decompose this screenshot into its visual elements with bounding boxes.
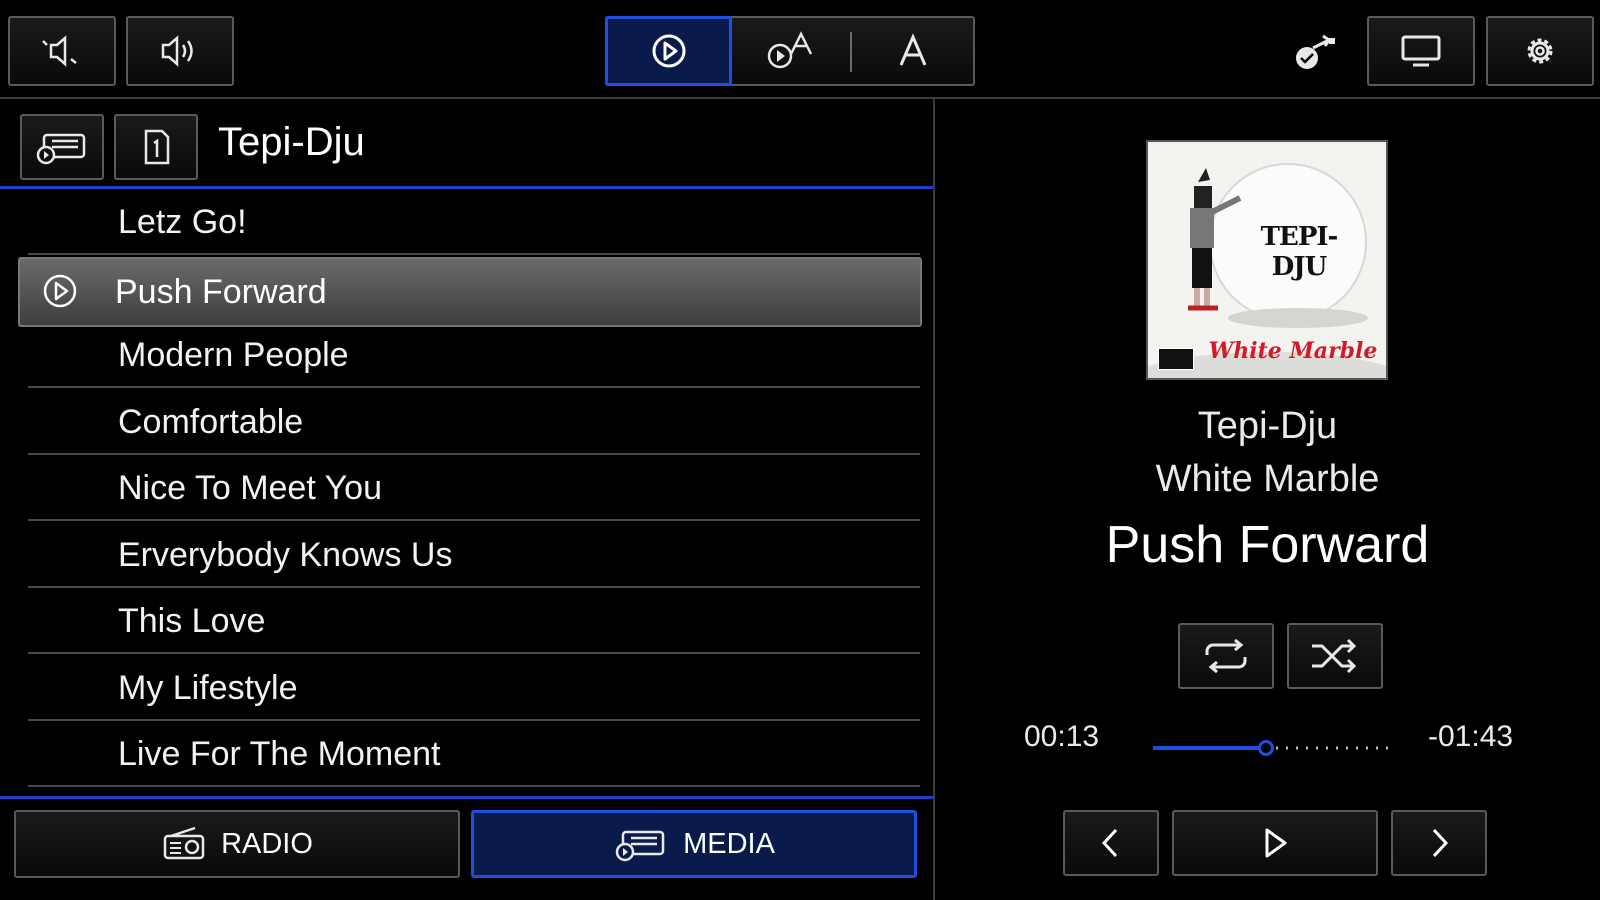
shuffle-button[interactable] <box>1287 623 1383 689</box>
list-title: Tepi-Dju <box>218 120 365 164</box>
sd-card-icon <box>144 129 170 165</box>
now-playing-artist: Tepi-Dju <box>1197 405 1338 447</box>
volume-down-icon <box>42 35 77 67</box>
track-item[interactable]: Live For The Moment <box>28 723 920 787</box>
text-icon <box>899 33 926 66</box>
play-button[interactable] <box>1172 810 1378 876</box>
list-header-accent-line <box>0 186 933 189</box>
source-browse-button[interactable] <box>20 114 104 180</box>
repeat-icon <box>1205 639 1247 673</box>
view-mode-group <box>605 16 975 86</box>
chevron-left-icon <box>1101 828 1118 858</box>
shuffle-icon <box>1312 638 1357 674</box>
elapsed-time: 00:13 <box>1024 720 1100 753</box>
track-item[interactable]: My Lifestyle <box>28 657 920 721</box>
media-source-icon <box>36 133 86 165</box>
track-label: Nice To Meet You <box>118 468 382 507</box>
list-footer-accent-line <box>0 796 933 799</box>
gear-icon <box>1527 38 1553 64</box>
track-label: Erverybody Knows Us <box>118 535 453 574</box>
radio-icon <box>163 826 205 860</box>
connection-status[interactable] <box>1285 28 1345 78</box>
repeat-button[interactable] <box>1178 623 1274 689</box>
screen-button[interactable] <box>1367 16 1475 86</box>
media-source-label: MEDIA <box>683 827 775 860</box>
track-item[interactable]: This Love <box>28 590 920 654</box>
track-label: Modern People <box>118 335 349 374</box>
sd-card-button[interactable] <box>114 114 198 180</box>
track-label: Live For The Moment <box>118 734 441 773</box>
media-source-button[interactable]: MEDIA <box>471 810 917 878</box>
now-playing-indicator-icon <box>43 274 77 308</box>
track-label: Push Forward <box>115 272 327 311</box>
track-item[interactable]: Modern People <box>28 324 920 388</box>
play-text-icon <box>767 31 813 69</box>
top-bar-divider <box>0 97 1600 99</box>
track-item[interactable]: Nice To Meet You <box>28 457 920 521</box>
volume-up-icon <box>161 35 193 67</box>
album-art-title: TEPI-DJU <box>1260 222 1339 282</box>
settings-button[interactable] <box>1486 16 1594 86</box>
album-art: TEPI-DJU White Marble <box>1146 140 1388 380</box>
track-label: Comfortable <box>118 402 304 441</box>
volume-down-button[interactable] <box>8 16 116 86</box>
chevron-right-icon <box>1432 828 1449 858</box>
now-playing-album: White Marble <box>1155 458 1380 500</box>
connection-icon <box>1296 34 1335 69</box>
mode-text-button[interactable] <box>852 18 973 84</box>
remaining-time: -01:43 <box>1428 720 1514 753</box>
progress-bar[interactable] <box>1153 740 1393 756</box>
mode-play-text-button[interactable] <box>732 18 850 84</box>
play-icon <box>1265 828 1287 858</box>
track-label: My Lifestyle <box>118 668 298 707</box>
mode-play-button[interactable] <box>605 16 732 86</box>
track-item[interactable]: Letz Go! <box>28 191 920 255</box>
radio-source-label: RADIO <box>221 827 313 860</box>
previous-button[interactable] <box>1063 810 1159 876</box>
next-button[interactable] <box>1391 810 1487 876</box>
track-item[interactable]: Comfortable <box>28 391 920 455</box>
progress-handle[interactable] <box>1258 740 1274 756</box>
track-item[interactable]: Erverybody Knows Us <box>28 524 920 588</box>
track-label: This Love <box>118 601 266 640</box>
track-label: Letz Go! <box>118 202 247 241</box>
now-playing-track: Push Forward <box>1105 516 1430 574</box>
radio-source-button[interactable]: RADIO <box>14 810 460 878</box>
play-icon <box>652 34 685 68</box>
media-source-icon <box>615 830 665 862</box>
volume-up-button[interactable] <box>126 16 234 86</box>
screen-icon <box>1401 35 1441 67</box>
track-item[interactable]: Push Forward <box>18 257 922 327</box>
album-art-script: White Marble <box>1208 338 1378 364</box>
parental-advisory-label <box>1158 348 1194 370</box>
